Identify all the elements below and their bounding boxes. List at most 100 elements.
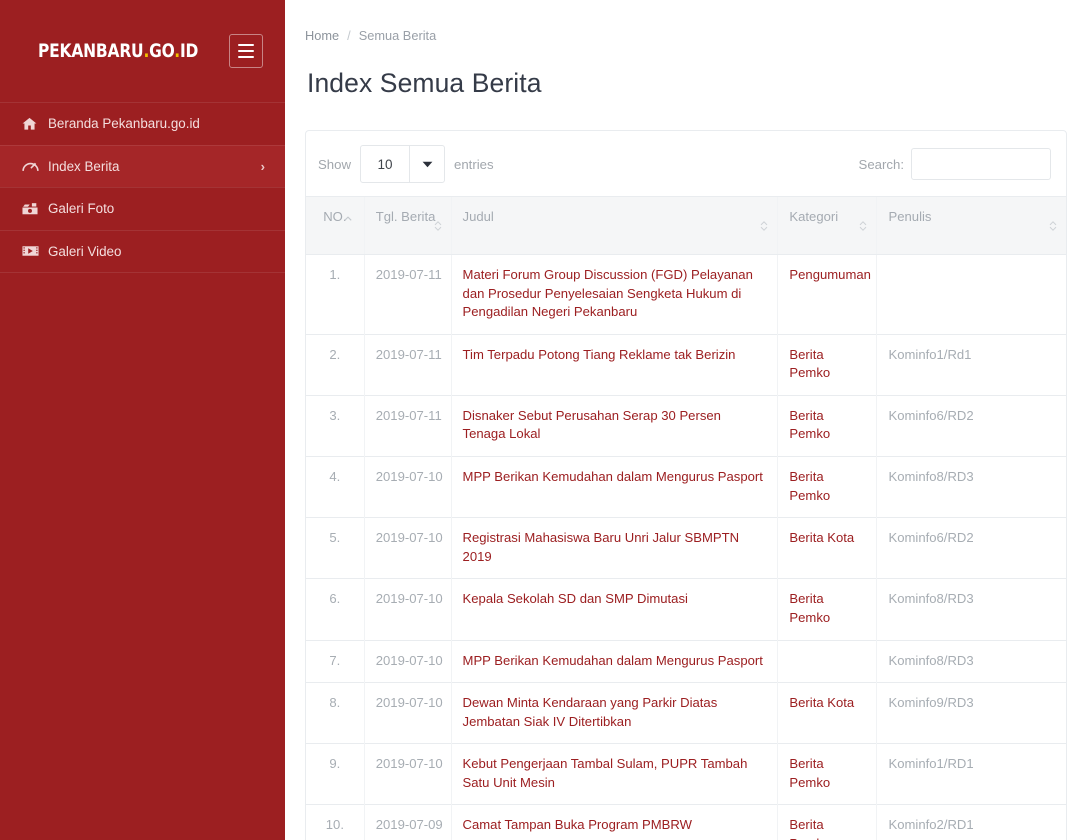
page-title: Index Semua Berita (307, 68, 542, 98)
entries-per-page-value: 10 (377, 156, 393, 172)
search-input[interactable] (911, 148, 1051, 180)
news-table: NO. Tgl. Berita Judul Kategori Penulis 1… (306, 196, 1066, 840)
table-header-row: NO. Tgl. Berita Judul Kategori Penulis (306, 196, 1066, 255)
cell-judul: Materi Forum Group Discussion (FGD) Pela… (450, 254, 778, 335)
cell-no: 4. (306, 456, 365, 518)
news-title-link[interactable]: Camat Tampan Buka Program PMBRW (463, 817, 692, 832)
photo-icon (22, 202, 48, 216)
column-header-penulis[interactable]: Penulis (876, 196, 1066, 255)
news-title-link[interactable]: Tim Terpadu Potong Tiang Reklame tak Ber… (463, 347, 736, 362)
cell-tgl: 2019-07-10 (363, 517, 452, 579)
table-row: 1. 2019-07-11 Materi Forum Group Discuss… (306, 254, 1066, 335)
column-header-tgl-berita[interactable]: Tgl. Berita (363, 196, 452, 255)
category-link[interactable]: Pengumuman (789, 267, 871, 282)
cell-no: 10. (306, 804, 365, 840)
cell-tgl: 2019-07-11 (363, 254, 452, 335)
cell-no: 3. (306, 394, 365, 457)
sort-none-icon (434, 220, 442, 231)
cell-kategori: Berita Kota (777, 517, 877, 579)
category-link[interactable]: Berita Pemko (789, 347, 830, 381)
table-row: 4. 2019-07-10 MPP Berikan Kemudahan dala… (306, 456, 1066, 518)
cell-tgl: 2019-07-09 (363, 804, 452, 840)
news-title-link[interactable]: Kepala Sekolah SD dan SMP Dimutasi (463, 591, 688, 606)
cell-judul: Dewan Minta Kendaraan yang Parkir Diatas… (450, 682, 778, 744)
category-link[interactable]: Berita Pemko (789, 756, 830, 790)
table-body: 1. 2019-07-11 Materi Forum Group Discuss… (306, 254, 1066, 840)
cell-penulis: Kominfo6/RD2 (876, 394, 1066, 457)
category-link[interactable]: Berita Pemko (789, 817, 830, 840)
cell-judul: Tim Terpadu Potong Tiang Reklame tak Ber… (450, 333, 778, 396)
news-title-link[interactable]: Registrasi Mahasiswa Baru Unri Jalur SBM… (463, 530, 740, 564)
sort-none-icon (859, 220, 867, 231)
cell-penulis: Kominfo8/RD3 (876, 639, 1066, 683)
cell-kategori: Berita Pemko (777, 394, 877, 457)
sidebar-item-beranda[interactable]: Beranda Pekanbaru.go.id (0, 102, 285, 145)
cell-kategori: Berita Pemko (777, 578, 877, 641)
category-link[interactable]: Berita Pemko (789, 591, 830, 625)
sort-none-icon (1049, 220, 1057, 231)
category-link[interactable]: Berita Kota (789, 695, 854, 710)
table-row: 7. 2019-07-10 MPP Berikan Kemudahan dala… (306, 639, 1066, 683)
sidebar-item-galeri-video[interactable]: Galeri Video (0, 229, 285, 273)
table-row: 8. 2019-07-10 Dewan Minta Kendaraan yang… (306, 682, 1066, 744)
breadcrumb-home[interactable]: Home (305, 28, 339, 43)
cell-no: 5. (306, 517, 365, 579)
brand-part-2: GO (149, 40, 175, 62)
news-title-link[interactable]: MPP Berikan Kemudahan dalam Mengurus Pas… (463, 469, 763, 484)
cell-no: 8. (306, 682, 365, 744)
column-header-no[interactable]: NO. (306, 196, 365, 255)
breadcrumb-separator: / (347, 28, 351, 43)
hamburger-bar (238, 44, 254, 46)
column-header-label: Tgl. Berita (375, 209, 436, 224)
category-link[interactable]: Berita Pemko (789, 408, 830, 442)
column-header-label: Kategori (789, 209, 839, 224)
cell-judul: Registrasi Mahasiswa Baru Unri Jalur SBM… (450, 517, 778, 579)
column-header-label: Judul (462, 209, 494, 224)
category-link[interactable]: Berita Pemko (789, 469, 830, 503)
sidebar-item-label: Beranda Pekanbaru.go.id (48, 116, 200, 132)
breadcrumb-current: Semua Berita (358, 28, 437, 43)
cell-kategori: Berita Pemko (777, 804, 877, 840)
sidebar: PEKANBARU.GO.ID Beranda Pekanbaru.go.id (0, 0, 285, 840)
news-title-link[interactable]: MPP Berikan Kemudahan dalam Mengurus Pas… (463, 653, 763, 668)
datatable-toolbar: Show 10 entries Search: (306, 131, 1066, 196)
entries-per-page-select[interactable]: 10 (360, 145, 445, 183)
news-title-link[interactable]: Disnaker Sebut Perusahan Serap 30 Persen… (463, 408, 721, 442)
cell-penulis: Kominfo1/RD1 (876, 743, 1066, 805)
cell-judul: Camat Tampan Buka Program PMBRW (450, 804, 778, 840)
cell-judul: MPP Berikan Kemudahan dalam Mengurus Pas… (450, 456, 778, 518)
brand-logo[interactable]: PEKANBARU.GO.ID (38, 41, 198, 62)
table-row: 3. 2019-07-11 Disnaker Sebut Perusahan S… (306, 394, 1066, 457)
sidebar-item-label: Index Berita (48, 158, 120, 174)
cell-judul: MPP Berikan Kemudahan dalam Mengurus Pas… (450, 639, 778, 683)
sidebar-item-galeri-foto[interactable]: Galeri Foto (0, 187, 285, 230)
cell-judul: Disnaker Sebut Perusahan Serap 30 Persen… (450, 394, 778, 457)
chevron-down-icon (409, 146, 444, 182)
cell-penulis: Kominfo2/RD1 (876, 804, 1066, 840)
sidebar-item-index-berita[interactable]: Index Berita › (0, 144, 285, 187)
news-title-link[interactable]: Kebut Pengerjaan Tambal Sulam, PUPR Tamb… (463, 756, 748, 790)
news-title-link[interactable]: Materi Forum Group Discussion (FGD) Pela… (463, 267, 753, 319)
show-label: Show (318, 156, 351, 172)
search-label: Search: (858, 156, 904, 172)
cell-no: 1. (306, 254, 365, 335)
cell-no: 6. (306, 578, 365, 641)
column-header-kategori[interactable]: Kategori (777, 196, 877, 255)
cell-tgl: 2019-07-10 (363, 456, 452, 518)
datatable-length-control: Show 10 entries (318, 145, 494, 183)
hamburger-bar (238, 56, 254, 58)
cell-no: 7. (306, 639, 365, 683)
hamburger-menu-icon[interactable] (229, 34, 263, 68)
category-link[interactable]: Berita Kota (789, 530, 854, 545)
column-header-label: Penulis (888, 209, 932, 224)
video-icon (22, 245, 48, 257)
sidebar-item-label: Galeri Video (48, 243, 122, 259)
news-title-link[interactable]: Dewan Minta Kendaraan yang Parkir Diatas… (463, 695, 718, 729)
cell-no: 9. (306, 743, 365, 805)
cell-judul: Kepala Sekolah SD dan SMP Dimutasi (450, 578, 778, 641)
table-row: 5. 2019-07-10 Registrasi Mahasiswa Baru … (306, 517, 1066, 579)
table-row: 2. 2019-07-11 Tim Terpadu Potong Tiang R… (306, 333, 1066, 396)
cell-penulis: Kominfo8/RD3 (876, 578, 1066, 641)
column-header-judul[interactable]: Judul (450, 196, 778, 255)
datatable-card: Show 10 entries Search: NO. Tgl. Berita … (305, 130, 1067, 840)
